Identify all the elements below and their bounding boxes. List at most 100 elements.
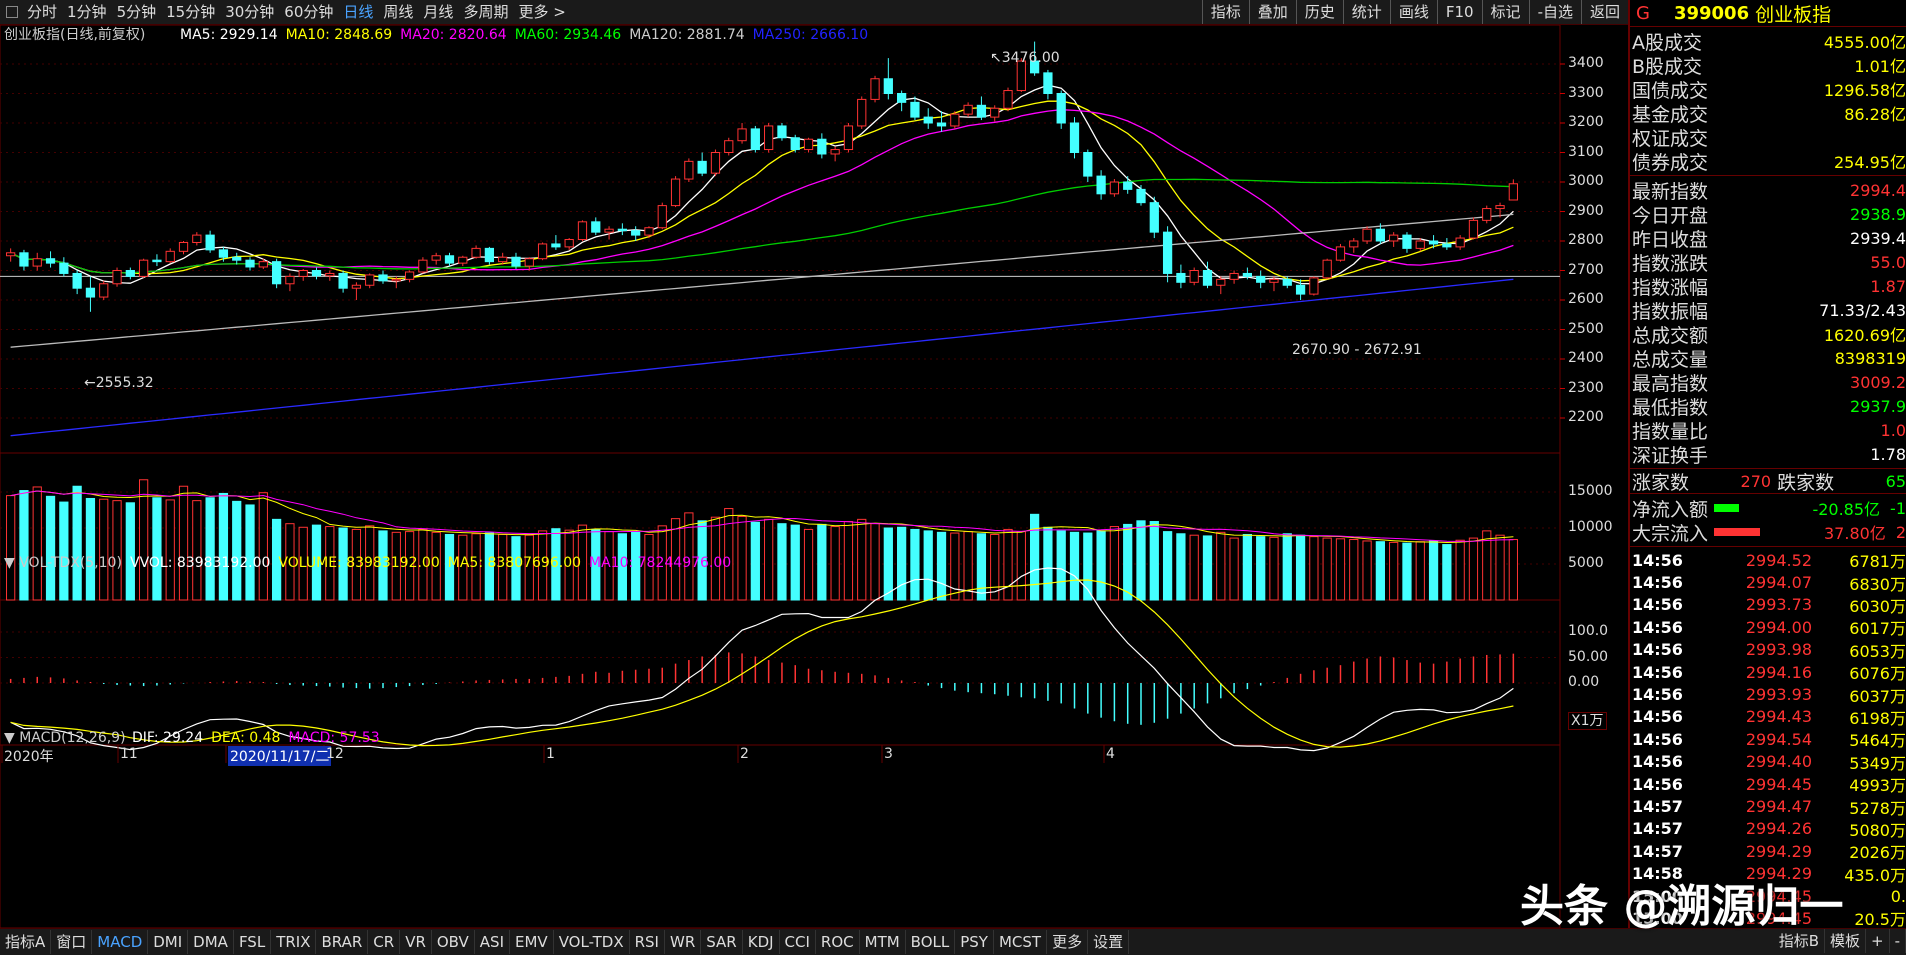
candle-body — [524, 258, 534, 267]
indicator-tab-10[interactable]: OBV — [432, 930, 475, 954]
bottom-right-button-2[interactable]: + — [1866, 929, 1890, 953]
indicator-tab-20[interactable]: MTM — [860, 930, 906, 954]
chart-area[interactable]: 创业板指(日线,前复权) MA5: 2929.14 MA10: 2848.69 MA… — [0, 25, 1628, 928]
timeframe-tab-4[interactable]: 30分钟 — [220, 0, 279, 24]
macd-tick-label: 100.0 — [1568, 623, 1609, 639]
kline-chart-svg[interactable] — [0, 25, 1628, 928]
volume-bar — [883, 527, 893, 601]
toolbar-button-0[interactable]: 指标 — [1201, 0, 1249, 24]
timeframe-tab-7[interactable]: 周线 — [378, 0, 418, 24]
toolbar-button-3[interactable]: 统计 — [1342, 0, 1390, 24]
flow-value-2: 2 — [1895, 522, 1906, 542]
tick-row: 14:56 2994.07 6830万 — [1632, 571, 1906, 594]
timeframe-tab-2[interactable]: 5分钟 — [112, 0, 162, 24]
side-row: 昨日收盘 2939.4 — [1630, 226, 1906, 251]
indicator-tab-11[interactable]: ASI — [475, 930, 510, 954]
vol-title-text: VOL-TDX(5,10) — [19, 555, 122, 571]
candle-body — [1216, 278, 1226, 286]
candle-body — [218, 249, 229, 258]
macd-title: ▼ MACD(12,26,9) — [4, 730, 126, 746]
toolbar-button-8[interactable]: 返回 — [1580, 0, 1628, 24]
side-row-value: 1.87 — [1870, 276, 1906, 296]
candle-body — [418, 259, 428, 273]
indicator-tab-13[interactable]: VOL-TDX — [554, 930, 630, 954]
indicator-tab-3[interactable]: DMI — [148, 930, 189, 954]
toolbar-button-2[interactable]: 历史 — [1295, 0, 1343, 24]
side-row-label: 指数振幅 — [1632, 300, 1709, 323]
indicator-tab-25[interactable]: 设置 — [1088, 930, 1130, 954]
volume-bar — [1442, 544, 1452, 601]
indicator-tab-15[interactable]: WR — [665, 930, 702, 954]
volume-bar — [1415, 541, 1425, 601]
volume-bar — [1176, 533, 1186, 601]
volume-bar — [1229, 537, 1239, 601]
indicator-tab-6[interactable]: TRIX — [271, 930, 317, 954]
indicator-tab-1[interactable]: 窗口 — [51, 930, 93, 954]
candle-body — [311, 270, 322, 277]
indicator-tab-2[interactable]: MACD — [92, 930, 149, 954]
flow-bar — [1714, 504, 1739, 512]
timeframe-tab-6[interactable]: 日线 — [338, 0, 378, 24]
volume-bar — [139, 479, 149, 601]
flow-bar-track — [1714, 504, 1784, 512]
indicator-tab-22[interactable]: PSY — [955, 930, 994, 954]
timeframe-tab-9[interactable]: 多周期 — [458, 0, 513, 24]
side-row: 基金成交 86.28亿 — [1630, 101, 1906, 126]
quote-header: G 399006 创业板指 — [1630, 0, 1906, 27]
indicator-tab-24[interactable]: 更多 — [1047, 930, 1089, 954]
candle-body — [1256, 275, 1266, 283]
timeframe-tab-8[interactable]: 月线 — [418, 0, 458, 24]
timeframe-tab-1[interactable]: 1分钟 — [62, 0, 112, 24]
indicator-tab-17[interactable]: KDJ — [743, 930, 780, 954]
indicator-tab-7[interactable]: BRAR — [316, 930, 369, 954]
indicator-tab-9[interactable]: VR — [400, 930, 432, 954]
quote-side-panel: G 399006 创业板指 A股成交 4555.00亿 B股成交 1.01亿 国债成交 1… — [1628, 0, 1906, 929]
candle-body — [85, 287, 96, 298]
toolbar-button-7[interactable]: -自选 — [1528, 0, 1581, 24]
timeframe-tab-10[interactable]: 更多 > — [513, 0, 570, 24]
side-row: 最低指数 2937.9 — [1630, 394, 1906, 419]
side-row-label: 指数量比 — [1632, 420, 1709, 443]
side-row: 今日开盘 2938.9 — [1630, 202, 1906, 227]
volume-bar — [1123, 523, 1133, 601]
timeframe-tab-5[interactable]: 60分钟 — [279, 0, 338, 24]
indicator-tab-4[interactable]: DMA — [188, 930, 234, 954]
price-tick-label: 2400 — [1568, 350, 1604, 366]
tick-price: 2994.29 — [1745, 841, 1812, 861]
volume-bar — [870, 523, 880, 601]
volume-bar — [72, 485, 82, 601]
indicator-tab-21[interactable]: BOLL — [906, 930, 956, 954]
tick-row: 14:56 2994.54 5464万 — [1632, 728, 1906, 751]
tick-volume: 6781万 — [1849, 552, 1906, 572]
tick-row: 14:57 2994.29 2026万 — [1632, 840, 1906, 863]
volume-bar — [830, 526, 840, 601]
indicator-tab-0[interactable]: 指标A — [0, 930, 52, 954]
candle-body — [258, 261, 268, 268]
indicator-tab-8[interactable]: CR — [368, 930, 401, 954]
toolbar-button-6[interactable]: 标记 — [1481, 0, 1529, 24]
volume-bar — [1269, 536, 1279, 601]
indicator-tab-14[interactable]: RSI — [630, 930, 665, 954]
price-tick-label: 2800 — [1568, 232, 1604, 248]
down-count-label: 跌家数 — [1777, 471, 1835, 494]
bottom-right-button-3[interactable]: - — [1890, 929, 1906, 953]
toolbar-button-1[interactable]: 叠加 — [1248, 0, 1296, 24]
volume-bar — [258, 492, 268, 601]
timeframe-tab-3[interactable]: 15分钟 — [161, 0, 220, 24]
side-row-value: 254.95亿 — [1834, 153, 1906, 172]
indicator-tab-16[interactable]: SAR — [701, 930, 743, 954]
candle-body — [897, 93, 907, 103]
indicator-tab-19[interactable]: ROC — [816, 930, 860, 954]
toolbar-button-4[interactable]: 画线 — [1389, 0, 1437, 24]
candle-body — [1508, 183, 1518, 201]
side-row-value: 55.0 — [1870, 252, 1906, 272]
timeframe-tab-0[interactable]: 分时 — [22, 0, 62, 24]
flow-bar-track — [1714, 528, 1784, 536]
toolbar-button-5[interactable]: F10 — [1436, 0, 1482, 24]
window-square-icon[interactable] — [6, 6, 18, 18]
volume-bar — [1455, 539, 1465, 601]
indicator-tab-5[interactable]: FSL — [234, 930, 272, 954]
indicator-tab-23[interactable]: MCST — [994, 930, 1048, 954]
indicator-tab-12[interactable]: EMV — [510, 930, 554, 954]
indicator-tab-18[interactable]: CCI — [780, 930, 816, 954]
